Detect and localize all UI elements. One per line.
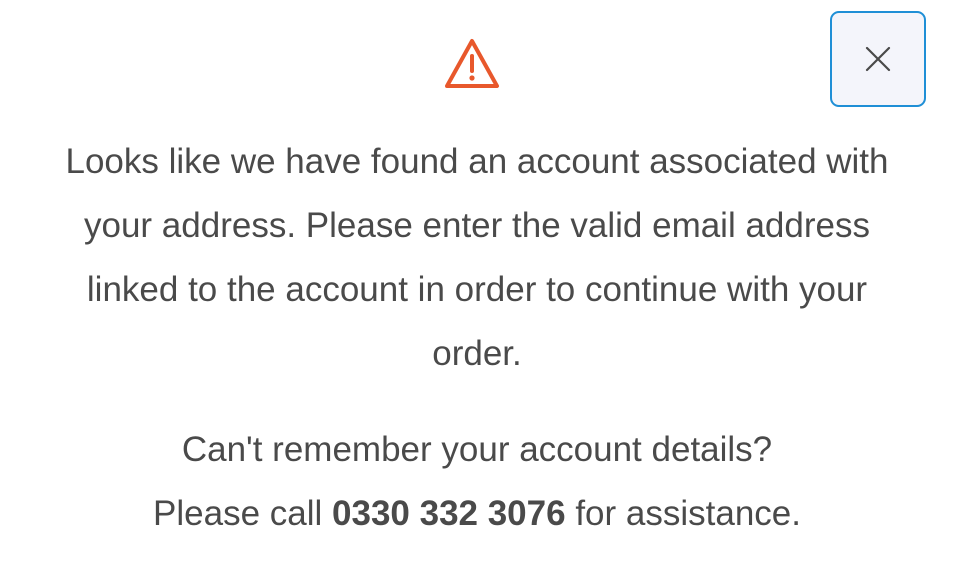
call-prefix: Please call xyxy=(153,494,323,533)
account-found-message: Looks like we have found an account asso… xyxy=(65,142,889,373)
close-button[interactable] xyxy=(830,11,926,107)
help-question: Can't remember your account details? xyxy=(181,430,773,469)
close-icon xyxy=(863,44,893,74)
help-text: Can't remember your account details? Ple… xyxy=(40,418,914,546)
phone-number: 0330 332 3076 xyxy=(332,494,566,533)
warning-triangle-icon xyxy=(443,37,501,91)
help-call-line: Please call 0330 332 3076 for assistance… xyxy=(40,482,914,546)
call-suffix: for assistance. xyxy=(575,494,801,533)
